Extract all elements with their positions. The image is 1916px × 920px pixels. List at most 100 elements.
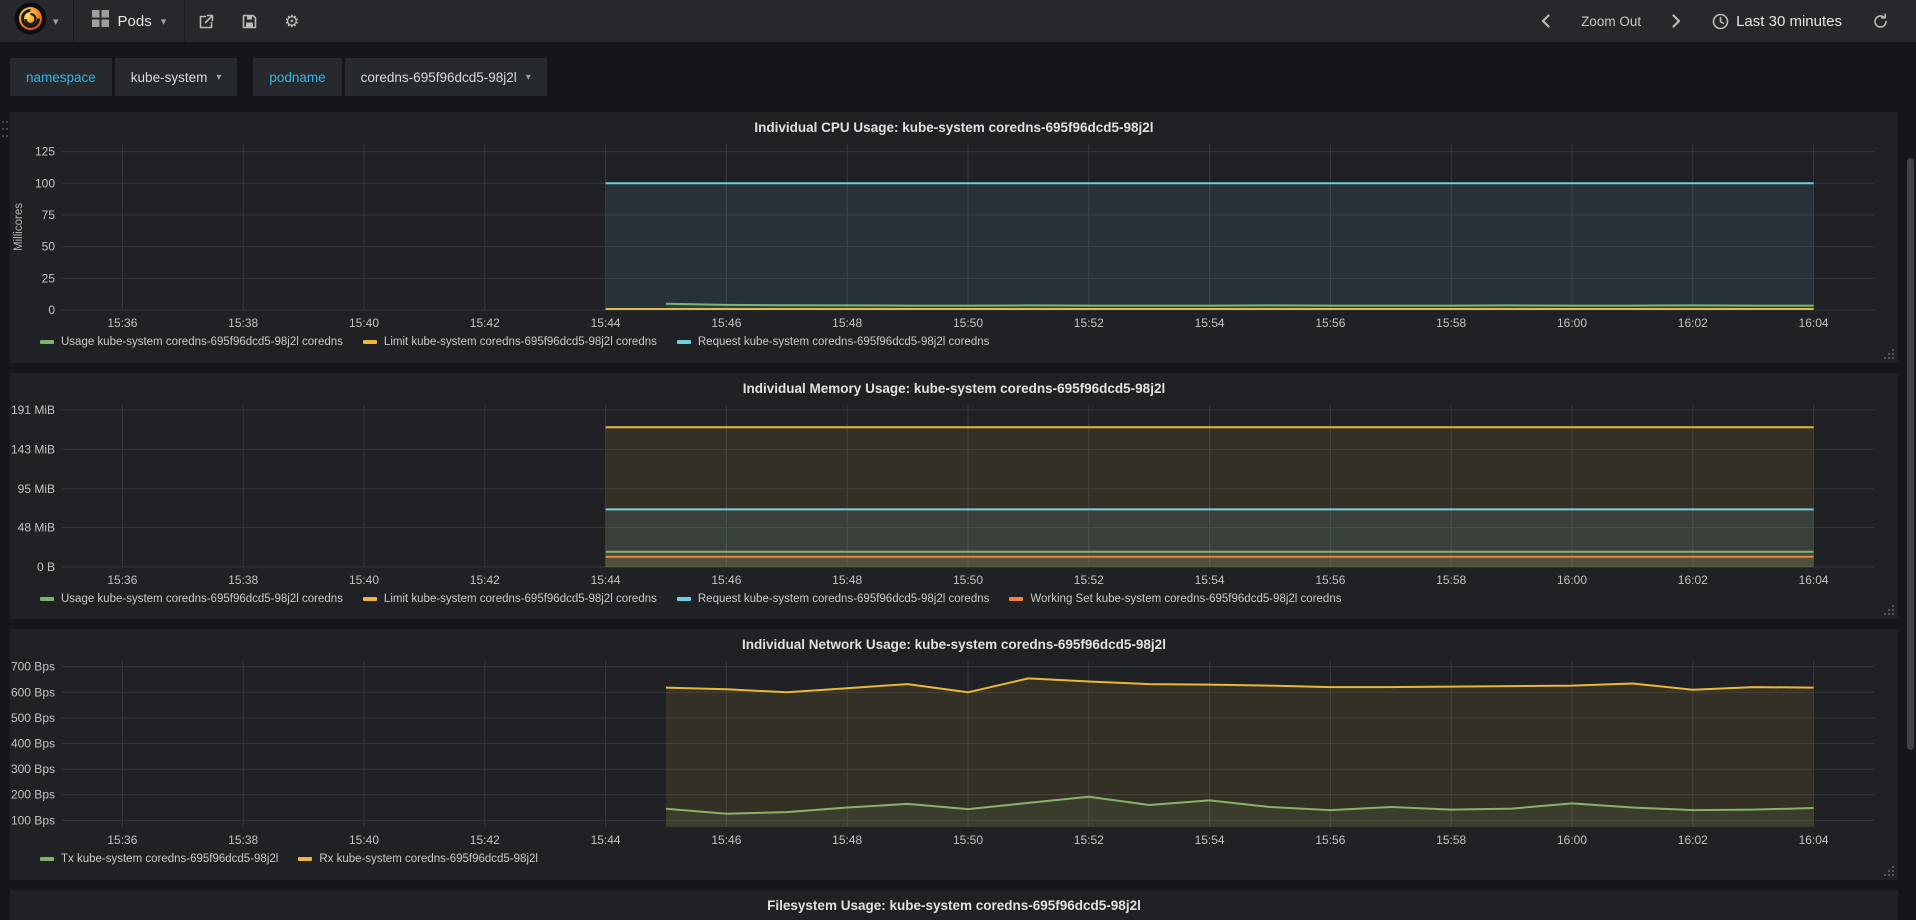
variable-podname-label: podname [253, 58, 342, 96]
svg-text:15:40: 15:40 [349, 833, 379, 847]
scrollbar[interactable] [1907, 158, 1914, 750]
svg-text:15:42: 15:42 [470, 573, 500, 587]
panel-title[interactable]: Filesystem Usage: kube-system coredns-69… [10, 890, 1898, 914]
svg-text:16:00: 16:00 [1557, 573, 1587, 587]
svg-text:500 Bps: 500 Bps [11, 711, 55, 725]
svg-text:100: 100 [35, 176, 55, 190]
share-icon [198, 13, 215, 30]
variable-podname-value: coredns-695f96dcd5-98j2l [360, 69, 517, 85]
refresh-button[interactable] [1859, 0, 1902, 42]
svg-text:191 MiB: 191 MiB [11, 403, 55, 417]
svg-text:15:42: 15:42 [470, 833, 500, 847]
svg-text:16:04: 16:04 [1799, 573, 1829, 587]
svg-text:15:52: 15:52 [1074, 573, 1104, 587]
dashboard-grid-icon [91, 10, 109, 32]
legend-item[interactable]: Usage kube-system coredns-695f96dcd5-98j… [40, 336, 343, 348]
panel-network-usage: Individual Network Usage: kube-system co… [10, 629, 1898, 880]
svg-text:16:02: 16:02 [1678, 573, 1708, 587]
svg-text:15:40: 15:40 [349, 316, 379, 330]
panel-title[interactable]: Individual CPU Usage: kube-system coredn… [10, 112, 1898, 136]
legend-item[interactable]: Working Set kube-system coredns-695f96dc… [1009, 593, 1341, 605]
svg-text:25: 25 [42, 271, 56, 285]
svg-text:15:54: 15:54 [1195, 573, 1225, 587]
row-drag-handle[interactable] [1, 118, 9, 144]
share-dashboard-button[interactable] [185, 0, 228, 42]
chevron-right-icon [1671, 14, 1682, 28]
svg-text:15:42: 15:42 [470, 316, 500, 330]
legend-item[interactable]: Request kube-system coredns-695f96dcd5-9… [676, 336, 990, 348]
svg-text:15:50: 15:50 [953, 573, 983, 587]
panel-resize-handle[interactable] [1892, 874, 1894, 876]
svg-text:15:48: 15:48 [832, 573, 862, 587]
variable-podname: podname coredns-695f96dcd5-98j2l ▾ [253, 58, 547, 96]
memory-usage-chart[interactable]: 15:36 15:38 15:40 15:42 15:44 15:46 15:48 15:50… [10, 397, 1898, 589]
svg-text:15:54: 15:54 [1195, 833, 1225, 847]
variable-namespace: namespace kube-system ▾ [10, 58, 238, 96]
series-color-swatch [1009, 597, 1024, 601]
chevron-down-icon: ▾ [216, 71, 222, 83]
chevron-down-icon: ▾ [53, 15, 59, 28]
dashboard-settings-button[interactable]: ⚙ [271, 0, 312, 42]
network-chart-legend: Tx kube-system coredns-695f96dcd5-98j2l R… [40, 849, 1898, 869]
legend-item[interactable]: Request kube-system coredns-695f96dcd5-9… [676, 593, 990, 605]
dashboard-area: Individual CPU Usage: kube-system coredn… [0, 112, 1916, 920]
svg-text:0: 0 [48, 303, 55, 317]
series-label: Request kube-system coredns-695f96dcd5-9… [697, 593, 990, 605]
time-shift-back-button[interactable] [1527, 0, 1564, 42]
svg-text:15:50: 15:50 [953, 316, 983, 330]
svg-text:95 MiB: 95 MiB [18, 482, 55, 496]
legend-item[interactable]: Usage kube-system coredns-695f96dcd5-98j… [40, 593, 343, 605]
series-color-swatch [362, 340, 377, 344]
svg-text:15:52: 15:52 [1074, 316, 1104, 330]
svg-text:600 Bps: 600 Bps [11, 685, 55, 699]
series-color-swatch [676, 340, 691, 344]
panel-title[interactable]: Individual Network Usage: kube-system co… [10, 629, 1898, 653]
svg-text:15:52: 15:52 [1074, 833, 1104, 847]
series-label: Rx kube-system coredns-695f96dcd5-98j2l [319, 853, 538, 865]
clock-icon [1712, 13, 1729, 30]
series-color-swatch [40, 597, 54, 601]
grafana-menu-button[interactable]: ▾ [0, 0, 73, 42]
svg-text:125: 125 [35, 145, 55, 159]
grafana-logo-icon [14, 2, 47, 40]
svg-text:15:56: 15:56 [1315, 316, 1345, 330]
variable-namespace-dropdown[interactable]: kube-system ▾ [114, 58, 238, 96]
zoom-out-button[interactable]: Zoom Out [1568, 0, 1654, 42]
svg-text:16:04: 16:04 [1799, 316, 1829, 330]
legend-item[interactable]: Tx kube-system coredns-695f96dcd5-98j2l [40, 853, 278, 865]
legend-item[interactable]: Limit kube-system coredns-695f96dcd5-98j… [362, 336, 657, 348]
network-usage-chart[interactable]: 15:36 15:38 15:40 15:42 15:44 15:46 15:48 15:50… [10, 653, 1898, 849]
svg-text:75: 75 [42, 208, 56, 222]
variable-namespace-value: kube-system [130, 69, 208, 85]
gear-icon: ⚙ [284, 11, 300, 31]
svg-text:0 B: 0 B [37, 560, 55, 574]
series-label: Request kube-system coredns-695f96dcd5-9… [697, 336, 990, 348]
time-shift-forward-button[interactable] [1658, 0, 1695, 42]
svg-text:15:54: 15:54 [1195, 316, 1225, 330]
legend-item[interactable]: Rx kube-system coredns-695f96dcd5-98j2l [298, 853, 538, 865]
svg-text:15:46: 15:46 [711, 316, 741, 330]
svg-text:15:56: 15:56 [1315, 833, 1345, 847]
series-color-swatch [676, 597, 691, 601]
svg-text:15:50: 15:50 [953, 833, 983, 847]
svg-text:15:38: 15:38 [228, 573, 258, 587]
series-label: Working Set kube-system coredns-695f96dc… [1030, 593, 1342, 605]
cpu-usage-chart[interactable]: 15:36 15:38 15:40 15:42 15:44 15:46 15:48 15:50… [10, 136, 1898, 332]
svg-text:15:46: 15:46 [711, 833, 741, 847]
svg-text:16:02: 16:02 [1678, 316, 1708, 330]
navbar: ▾ Pods ▾ ⚙ Zoom Out Last 30 minutes [0, 0, 1916, 42]
save-dashboard-button[interactable] [228, 0, 271, 42]
series-color-swatch [298, 857, 313, 861]
svg-text:400 Bps: 400 Bps [11, 736, 55, 750]
time-range-picker[interactable]: Last 30 minutes [1699, 0, 1855, 42]
series-label: Tx kube-system coredns-695f96dcd5-98j2l [61, 853, 279, 865]
panel-resize-handle[interactable] [1892, 357, 1894, 359]
svg-text:15:44: 15:44 [591, 833, 621, 847]
panel-resize-handle[interactable] [1892, 613, 1894, 615]
legend-item[interactable]: Limit kube-system coredns-695f96dcd5-98j… [362, 593, 657, 605]
save-icon [241, 13, 258, 30]
variable-podname-dropdown[interactable]: coredns-695f96dcd5-98j2l ▾ [344, 58, 547, 96]
svg-text:300 Bps: 300 Bps [11, 762, 55, 776]
dashboard-picker[interactable]: Pods ▾ [74, 0, 185, 42]
panel-title[interactable]: Individual Memory Usage: kube-system cor… [10, 373, 1898, 397]
